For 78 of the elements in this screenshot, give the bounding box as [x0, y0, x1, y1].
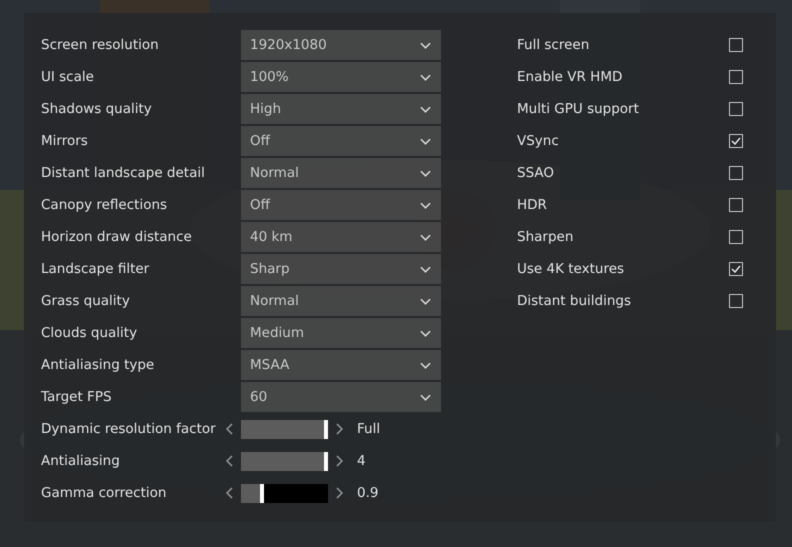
option-label: SSAO [517, 165, 556, 181]
setting-label: Landscape filter [41, 261, 150, 277]
checkbox[interactable] [729, 166, 743, 180]
chevron-down-icon [420, 362, 431, 368]
setting-label: Distant landscape detail [41, 165, 206, 181]
chevron-left-icon [226, 455, 233, 467]
setting-label: Dynamic resolution factor [41, 421, 217, 437]
left-arrow-button[interactable] [226, 455, 233, 467]
checkbox[interactable] [729, 102, 743, 116]
chevron-right-icon [336, 487, 343, 499]
chevron-down-icon [420, 170, 431, 176]
setting-label: Grass quality [41, 293, 131, 309]
option-label: Use 4K textures [517, 261, 626, 277]
dropdown[interactable]: Normal [241, 286, 441, 316]
dropdown[interactable]: Sharp [241, 254, 441, 284]
setting-label: Horizon draw distance [41, 229, 193, 245]
slider-thumb[interactable] [324, 452, 328, 470]
chevron-down-icon [420, 106, 431, 112]
setting-label: Screen resolution [41, 37, 160, 53]
slider-track[interactable] [241, 420, 328, 438]
option-label: HDR [517, 197, 548, 213]
right-arrow-button[interactable] [336, 487, 343, 499]
slider-thumb[interactable] [324, 420, 328, 438]
dropdown[interactable]: Off [241, 190, 441, 220]
chevron-down-icon [420, 330, 431, 336]
setting-label: Clouds quality [41, 325, 138, 341]
option-label: Sharpen [517, 229, 574, 245]
dropdown[interactable]: 100% [241, 62, 441, 92]
checkbox[interactable] [729, 230, 743, 244]
setting-label: Canopy reflections [41, 197, 168, 213]
slider-value: 0.9 [357, 485, 378, 501]
setting-label: Gamma correction [41, 485, 168, 501]
option-label: Distant buildings [517, 293, 632, 309]
chevron-down-icon [420, 138, 431, 144]
left-arrow-button[interactable] [226, 423, 233, 435]
dropdown[interactable]: MSAA [241, 350, 441, 380]
dropdown[interactable]: 1920x1080 [241, 30, 441, 60]
setting-label: Target FPS [41, 389, 113, 405]
chevron-down-icon [420, 74, 431, 80]
setting-label: Shadows quality [41, 101, 153, 117]
option-label: Multi GPU support [517, 101, 640, 117]
chevron-down-icon [420, 42, 431, 48]
dropdown[interactable]: 60 [241, 382, 441, 412]
slider-thumb[interactable] [260, 484, 264, 502]
setting-label: Antialiasing [41, 453, 121, 469]
chevron-down-icon [420, 266, 431, 272]
chevron-down-icon [420, 234, 431, 240]
dropdown[interactable]: Medium [241, 318, 441, 348]
chevron-left-icon [226, 487, 233, 499]
chevron-down-icon [420, 298, 431, 304]
dropdown[interactable]: 40 km [241, 222, 441, 252]
dropdown[interactable]: Off [241, 126, 441, 156]
dropdown[interactable]: High [241, 94, 441, 124]
option-label: VSync [517, 133, 560, 149]
checkbox[interactable] [729, 294, 743, 308]
setting-label: UI scale [41, 69, 95, 85]
setting-label: Antialiasing type [41, 357, 156, 373]
right-arrow-button[interactable] [336, 455, 343, 467]
right-arrow-button[interactable] [336, 423, 343, 435]
checkbox[interactable] [729, 134, 743, 148]
chevron-left-icon [226, 423, 233, 435]
slider-value: Full [357, 421, 380, 437]
left-arrow-button[interactable] [226, 487, 233, 499]
chevron-right-icon [336, 455, 343, 467]
checkbox[interactable] [729, 38, 743, 52]
chevron-down-icon [420, 202, 431, 208]
option-label: Enable VR HMD [517, 69, 624, 85]
option-label: Full screen [517, 37, 590, 53]
dropdown[interactable]: Normal [241, 158, 441, 188]
slider-track[interactable] [241, 452, 328, 470]
checkbox[interactable] [729, 198, 743, 212]
chevron-right-icon [336, 423, 343, 435]
chevron-down-icon [420, 394, 431, 400]
slider-value: 4 [357, 453, 366, 469]
slider-track[interactable] [241, 484, 328, 502]
setting-label: Mirrors [41, 133, 89, 149]
checkbox[interactable] [729, 262, 743, 276]
checkbox[interactable] [729, 70, 743, 84]
